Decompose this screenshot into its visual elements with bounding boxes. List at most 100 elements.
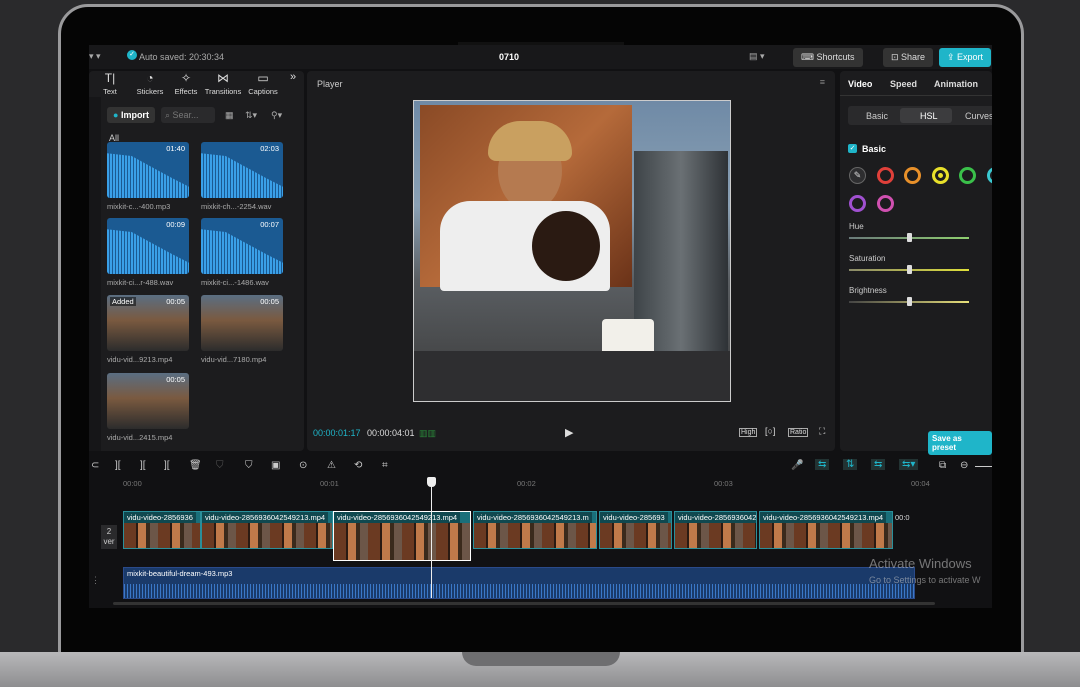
side-strip <box>89 97 101 451</box>
zoom-slider[interactable] <box>975 466 992 467</box>
mirror-icon[interactable]: ⚠ <box>327 460 336 471</box>
share-button[interactable]: ⊡ Share <box>883 48 934 67</box>
playhead[interactable] <box>431 478 432 598</box>
filter-icon[interactable]: ⚲▾ <box>271 110 282 121</box>
microphone-icon[interactable]: 🎤 <box>791 460 803 471</box>
ratio-select[interactable]: Ratio <box>788 428 809 437</box>
hsl-color-swatch[interactable] <box>876 167 894 184</box>
zoom-out-icon[interactable]: ⊖ <box>960 460 968 471</box>
video-clip[interactable]: vidu-video-2856936042549213.m <box>473 511 597 549</box>
hsl-color-swatch[interactable] <box>931 167 949 184</box>
hsl-color-swatch[interactable] <box>849 195 866 212</box>
hsl-color-swatch[interactable] <box>986 167 992 184</box>
check-icon: ✓ <box>127 50 137 60</box>
media-item[interactable]: 00:05 vidu-vid...7180.mp4 <box>201 295 293 364</box>
keyboard-icon: ⌨ <box>801 52 817 62</box>
hsl-color-swatch[interactable] <box>876 195 894 212</box>
player-menu-icon[interactable]: ≡ <box>820 77 825 87</box>
more-tools-icon[interactable]: » <box>283 71 303 97</box>
media-item[interactable]: 00:09 mixkit-ci...r-488.wav <box>107 218 199 287</box>
tool-text[interactable]: T| Text <box>89 71 131 97</box>
video-clip[interactable]: vidu-video-2856936042549213.mp4 <box>201 511 333 549</box>
snapshot-icon[interactable]: [○] <box>765 426 775 436</box>
shortcuts-button[interactable]: ⌨ Shortcuts <box>793 48 863 67</box>
import-button[interactable]: ● Import <box>107 107 155 123</box>
player-title: Player <box>317 79 343 89</box>
zoom-fit-icon[interactable]: ⧉ <box>939 460 946 471</box>
split-icon[interactable]: ][ <box>115 460 121 471</box>
grid-view-icon[interactable]: ▦ <box>225 110 234 121</box>
hsl-color-swatch[interactable] <box>904 167 921 184</box>
undo-icon[interactable]: ⊂ <box>91 460 99 471</box>
media-item[interactable]: 00:05 vidu-vid...2415.mp4 <box>107 373 199 442</box>
preview-canvas[interactable] <box>413 100 731 402</box>
video-clip[interactable]: vidu-video-2856936 <box>123 511 201 549</box>
hsl-color-swatch[interactable] <box>959 167 976 184</box>
audio-thumbnail: 00:07 <box>201 218 283 274</box>
slider-knob[interactable] <box>907 265 912 274</box>
clip-frames <box>760 523 892 548</box>
tab-video[interactable]: Video <box>848 79 872 89</box>
slider-track[interactable] <box>849 233 969 242</box>
snap-icon[interactable]: ⇆▾ <box>899 459 919 470</box>
save-preset-button[interactable]: Save as preset <box>928 431 992 455</box>
video-clip[interactable]: vidu-video-285693 <box>599 511 672 549</box>
magnet-icon[interactable]: ⇆ <box>815 459 830 470</box>
inspector-panel: Video Speed Animation Basic HSL Curves ✓… <box>840 71 992 455</box>
search-input[interactable]: ⌕ Sear... <box>161 107 215 123</box>
media-name: vidu-vid...9213.mp4 <box>107 355 173 364</box>
split-left-icon[interactable]: ][ <box>140 460 146 471</box>
split-right-icon[interactable]: ][ <box>164 460 170 471</box>
slider-knob[interactable] <box>907 297 912 306</box>
fullscreen-icon[interactable]: ⛶ <box>819 426 825 437</box>
media-item[interactable]: 02:03 mixkit-ch...-2254.wav <box>201 142 293 211</box>
clip-frames <box>334 523 470 560</box>
tool-transitions[interactable]: ⋈ Transitions <box>203 71 243 97</box>
play-icon[interactable]: ▶ <box>565 426 573 439</box>
laptop-base-notch <box>462 652 620 666</box>
delete-icon[interactable]: 🗑 <box>189 460 202 471</box>
slider-track[interactable] <box>849 265 969 274</box>
slider-track[interactable] <box>849 297 969 306</box>
mask-icon[interactable]: ⛉ <box>245 460 253 471</box>
subtab-hsl[interactable]: HSL <box>920 111 938 121</box>
video-clip[interactable]: vidu-video-2856936042549213.mp4 <box>333 511 471 561</box>
play-circle-icon[interactable]: ⊙ <box>299 460 307 471</box>
playhead-handle[interactable] <box>427 477 436 487</box>
crop-icon[interactable]: ⌗ <box>382 460 388 471</box>
menu-icon[interactable]: ▾ ▾ <box>89 51 101 62</box>
clip-label: vidu-video-2856936042549213.mp4 <box>760 512 887 523</box>
activation-watermark-title: Activate Windows <box>869 556 972 571</box>
audio-clip[interactable]: mixkit-beautiful-dream-493.mp3 <box>123 567 915 599</box>
layout-icon[interactable]: ▤ ▾ <box>749 51 765 62</box>
timeline-scrollbar[interactable] <box>113 602 935 605</box>
subtab-curves[interactable]: Curves <box>965 111 992 121</box>
quality-select[interactable]: High <box>739 428 758 437</box>
tool-effects[interactable]: ✧ Effects <box>169 71 203 97</box>
eyedropper-icon[interactable]: ✎ <box>849 167 866 184</box>
shield-icon[interactable]: ⛉ <box>216 460 224 471</box>
app-screen: ▾ ▾ ✓ Auto saved: 20:30:34 0710 ▤ ▾ ⌨ Sh… <box>89 45 992 608</box>
rotate-icon[interactable]: ⟲ <box>354 460 362 471</box>
media-item[interactable]: 00:05 Added vidu-vid...9213.mp4 <box>107 295 199 364</box>
tab-speed[interactable]: Speed <box>890 79 917 89</box>
track-cover-button[interactable]: 2 ver <box>101 525 117 549</box>
export-button[interactable]: ⇪ Export <box>939 48 992 67</box>
sort-icon[interactable]: ⇅▾ <box>245 110 257 121</box>
link-icon[interactable]: ⇅ <box>843 459 858 470</box>
slider-knob[interactable] <box>907 233 912 242</box>
tool-stickers[interactable]: ◔ Stickers <box>131 71 169 97</box>
freeze-icon[interactable]: ▣ <box>271 460 280 471</box>
video-clip[interactable]: vidu-video-2856936042549213.mp4 <box>674 511 757 549</box>
media-item[interactable]: 00:07 mixkit-ci...-1486.wav <box>201 218 293 287</box>
subtab-basic[interactable]: Basic <box>866 111 888 121</box>
video-clip[interactable]: vidu-video-2856936042549213.mp4 <box>759 511 893 549</box>
basic-checkbox[interactable]: ✓ <box>848 144 857 153</box>
tool-captions[interactable]: ▭ Captions <box>243 71 283 97</box>
sticker-icon: ◔ <box>146 71 154 85</box>
preview-axis-icon[interactable]: ⇆ <box>871 459 886 470</box>
tab-animation[interactable]: Animation <box>934 79 978 89</box>
autosave-status: Auto saved: 20:30:34 <box>139 52 225 62</box>
track-dots-icon[interactable]: ⋮ <box>91 575 100 586</box>
media-item[interactable]: 01:40 mixkit-c...-400.mp3 <box>107 142 199 211</box>
